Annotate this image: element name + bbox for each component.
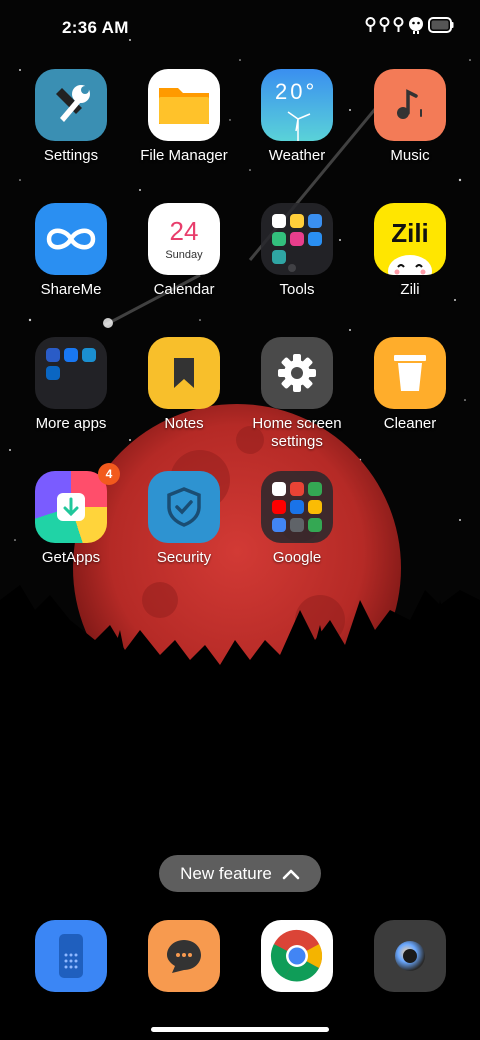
calendar-icon: 24 Sunday bbox=[148, 203, 220, 275]
app-music[interactable]: Music bbox=[355, 69, 465, 165]
mini-app-icon bbox=[46, 348, 60, 362]
folder-icon bbox=[261, 471, 333, 543]
notification-icon bbox=[365, 17, 376, 32]
mini-app-icon bbox=[272, 250, 286, 264]
new-feature-button[interactable]: New feature bbox=[159, 855, 321, 892]
app-label: Weather bbox=[268, 147, 326, 164]
home-indicator[interactable] bbox=[151, 1027, 329, 1032]
mini-app-icon bbox=[272, 500, 286, 514]
app-zili[interactable]: Zili Zili bbox=[355, 203, 465, 299]
dock bbox=[0, 920, 480, 992]
app-more-apps[interactable]: More apps bbox=[16, 337, 126, 433]
app-cleaner[interactable]: Cleaner bbox=[355, 337, 465, 433]
mini-app-icon bbox=[64, 348, 78, 362]
mini-app-icon bbox=[308, 214, 322, 228]
app-google[interactable]: Google bbox=[242, 471, 352, 567]
chevron-up-icon bbox=[282, 869, 300, 879]
app-file-manager[interactable]: File Manager bbox=[129, 69, 239, 165]
mini-app-icon bbox=[82, 348, 96, 362]
mini-app-icon bbox=[290, 232, 304, 246]
weather-temp: 20° bbox=[275, 79, 318, 104]
mini-app-icon bbox=[308, 518, 322, 532]
battery-icon bbox=[428, 17, 454, 33]
app-home-screen-settings[interactable]: Home screen settings bbox=[242, 337, 352, 451]
app-label: Music bbox=[390, 147, 430, 164]
app-label: File Manager bbox=[140, 147, 228, 164]
status-time: 2:36 AM bbox=[62, 18, 129, 37]
notification-icon bbox=[393, 17, 404, 32]
app-weather[interactable]: 20° Weather bbox=[242, 69, 352, 165]
bookmark-icon bbox=[148, 337, 220, 409]
mini-app-icon bbox=[290, 500, 304, 514]
notification-badge: 4 bbox=[98, 463, 120, 485]
app-label: More apps bbox=[35, 415, 107, 432]
app-notes[interactable]: Notes bbox=[129, 337, 239, 433]
app-label: Zili bbox=[400, 281, 420, 298]
infinity-icon bbox=[35, 203, 107, 275]
app-label: Notes bbox=[164, 415, 204, 432]
notification-icon bbox=[379, 17, 390, 32]
mini-app-icon bbox=[290, 214, 304, 228]
mini-app-icon bbox=[272, 482, 286, 496]
app-calendar[interactable]: 24 Sunday Calendar bbox=[129, 203, 239, 299]
status-bar: 2:36 AM bbox=[0, 0, 480, 56]
app-label: Google bbox=[272, 549, 322, 566]
app-shareme[interactable]: ShareMe bbox=[16, 203, 126, 299]
app-security[interactable]: Security bbox=[129, 471, 239, 567]
zili-wordmark: Zili bbox=[391, 217, 429, 248]
folder-icon bbox=[148, 69, 220, 141]
music-note-icon bbox=[374, 69, 446, 141]
chrome-icon[interactable] bbox=[261, 920, 333, 992]
calendar-day: 24 bbox=[169, 216, 199, 246]
camera-icon[interactable] bbox=[374, 920, 446, 992]
mini-app-icon bbox=[290, 518, 304, 532]
gear-icon bbox=[261, 337, 333, 409]
weather-icon: 20° bbox=[261, 69, 333, 141]
mini-app-icon bbox=[272, 214, 286, 228]
wrench-icon bbox=[35, 69, 107, 141]
app-label: GetApps bbox=[41, 549, 101, 566]
zili-icon: Zili bbox=[374, 203, 446, 275]
new-feature-label: New feature bbox=[180, 863, 272, 883]
mini-app-icon bbox=[290, 482, 304, 496]
mini-app-icon bbox=[308, 500, 322, 514]
folder-icon bbox=[261, 203, 333, 275]
app-label: Security bbox=[156, 549, 212, 566]
app-tools[interactable]: Tools bbox=[242, 203, 352, 299]
getapps-icon bbox=[35, 471, 107, 543]
calendar-weekday: Sunday bbox=[165, 249, 203, 261]
app-label: Home screen settings bbox=[252, 415, 342, 450]
mini-app-icon bbox=[308, 482, 322, 496]
dialpad-icon[interactable] bbox=[35, 920, 107, 992]
shield-icon bbox=[148, 471, 220, 543]
chat-icon[interactable] bbox=[148, 920, 220, 992]
folder-icon bbox=[35, 337, 107, 409]
app-label: Tools bbox=[279, 281, 315, 298]
status-icons bbox=[365, 16, 454, 34]
trash-icon bbox=[374, 337, 446, 409]
android-icon bbox=[409, 17, 423, 34]
mini-app-icon bbox=[308, 232, 322, 246]
mini-app-icon bbox=[46, 366, 60, 380]
app-settings[interactable]: Settings bbox=[16, 69, 126, 165]
app-label: Calendar bbox=[153, 281, 215, 298]
mini-app-icon bbox=[272, 232, 286, 246]
mini-app-icon bbox=[272, 518, 286, 532]
app-label: ShareMe bbox=[40, 281, 102, 298]
app-getapps[interactable]: 4 GetApps bbox=[16, 463, 126, 567]
app-label: Cleaner bbox=[383, 415, 437, 432]
app-label: Settings bbox=[43, 147, 99, 164]
